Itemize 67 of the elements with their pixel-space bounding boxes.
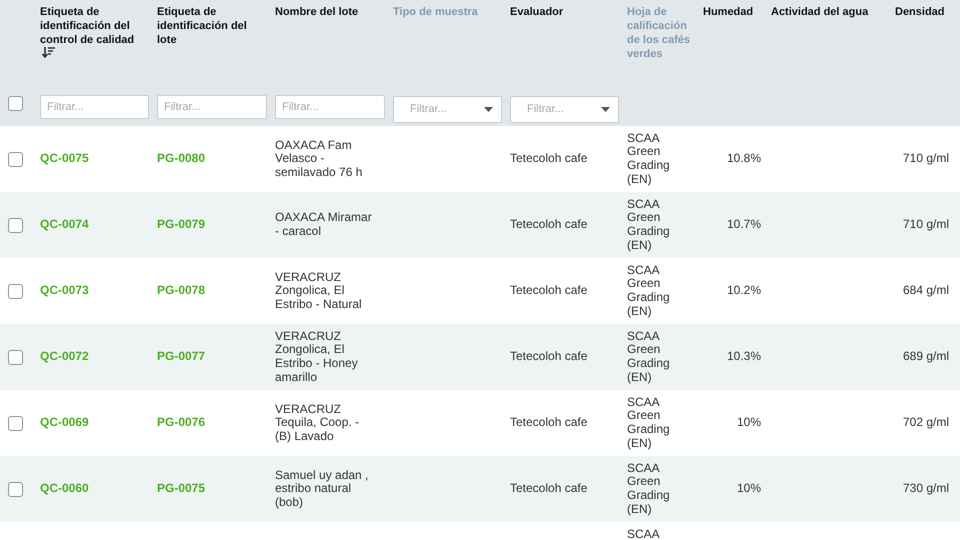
table-link[interactable]: PG-0079 [153, 218, 271, 232]
table-link[interactable]: QC-0069 [36, 416, 153, 430]
filter-field[interactable]: Filtrar... [157, 95, 267, 119]
column-header[interactable]: Hoja de calificación de los cafés verdes [623, 0, 699, 88]
table-link[interactable]: PG-0077 [153, 350, 271, 364]
table-cell-text: Tetecoloh cafe [509, 482, 588, 496]
table-cell-text: Tetecoloh cafe [509, 416, 588, 430]
sort-descending-icon[interactable] [42, 47, 55, 59]
table-link[interactable]: PG-0075 [153, 482, 271, 496]
checkbox[interactable] [8, 218, 23, 232]
filter-field[interactable]: Filtrar... [275, 95, 385, 119]
column-header[interactable]: Densidad [891, 0, 955, 88]
table-link[interactable]: QC-0075 [36, 152, 153, 166]
table-cell-text: VERACRUZ Zongolica, El Estribo - Honey amarillo [274, 330, 359, 384]
column-header[interactable]: Etiqueta de identificación del lote [153, 0, 271, 88]
table-cell-text: SCAA Green Grading (EN) [626, 132, 671, 186]
table-cell-text: Tetecoloh cafe [509, 152, 588, 166]
table-cell-text: Tetecoloh cafe [509, 218, 588, 232]
table-cell-text: SCAA Green Grading (EN) [626, 462, 671, 516]
table-link[interactable]: QC-0060 [36, 482, 153, 496]
table-cell-text: 702 g/ml [902, 416, 950, 430]
table-cell-text: OAXACA Miramar - caracol [274, 211, 373, 239]
filter-field[interactable]: Filtrar... [40, 95, 149, 119]
table-cell-text: 10.7% [726, 218, 762, 232]
table-link[interactable]: QC-0074 [36, 218, 153, 232]
table-link[interactable]: QC-0073 [36, 284, 153, 298]
table-cell-text: 10.2% [726, 284, 762, 298]
table-cell-text: OAXACA Fam Velasco - semilavado 76 h [274, 138, 364, 180]
table-cell-text: 689 g/ml [902, 350, 950, 364]
table-cell-text: SCAA [626, 528, 661, 540]
table-cell-text: SCAA Green Grading (EN) [626, 330, 671, 384]
column-header[interactable]: Humedad [699, 0, 767, 88]
checkbox[interactable] [8, 96, 23, 110]
table-cell-text: 10.3% [726, 350, 762, 364]
table-cell-text: 710 g/ml [902, 152, 950, 166]
table-cell-text: Tetecoloh cafe [509, 350, 588, 364]
table-cell-text: 684 g/ml [902, 284, 950, 298]
table-cell-text: Tetecoloh cafe [509, 284, 588, 298]
filter-dropdown[interactable]: Filtrar... [393, 96, 502, 122]
caret-icon [601, 106, 610, 112]
checkbox[interactable] [8, 284, 23, 298]
table-cell-text: Samuel uy adan , estribo natural (bob) [274, 468, 370, 510]
table-cell-text: VERACRUZ Tequila, Coop. - (B) Lavado [274, 402, 360, 444]
checkbox[interactable] [8, 350, 23, 364]
checkbox[interactable] [8, 152, 23, 166]
table-link[interactable]: PG-0076 [153, 416, 271, 430]
table-cell-text: VERACRUZ Zongolica, El Estribo - Natural [274, 270, 363, 312]
table-cell-text: 10% [736, 416, 762, 430]
filter-dropdown[interactable]: Filtrar... [510, 96, 619, 122]
column-header[interactable]: Nombre del lote [271, 0, 389, 88]
column-header[interactable]: Tipo de muestra [389, 0, 506, 88]
table-cell-text: SCAA Green Grading (EN) [626, 396, 671, 450]
table-cell-text: 10% [736, 482, 762, 496]
table-link[interactable]: PG-0080 [153, 152, 271, 166]
checkbox[interactable] [8, 416, 23, 430]
table-cell-text: SCAA Green Grading (EN) [626, 264, 671, 318]
table-link[interactable]: PG-0078 [153, 284, 271, 298]
table-cell-text: 730 g/ml [902, 482, 950, 496]
caret-icon [484, 106, 493, 112]
checkbox[interactable] [8, 482, 23, 496]
column-header[interactable]: Actividad del agua [767, 0, 891, 88]
column-header[interactable]: Etiqueta de identificación del control de calidad [36, 0, 153, 88]
table-cell-text: SCAA Green Grading (EN) [626, 198, 671, 252]
table-cell-text: 10.8% [726, 152, 762, 166]
table-link[interactable]: QC-0072 [36, 350, 153, 364]
column-header[interactable]: Evaluador [506, 0, 623, 88]
table-cell-text: 710 g/ml [902, 218, 950, 232]
